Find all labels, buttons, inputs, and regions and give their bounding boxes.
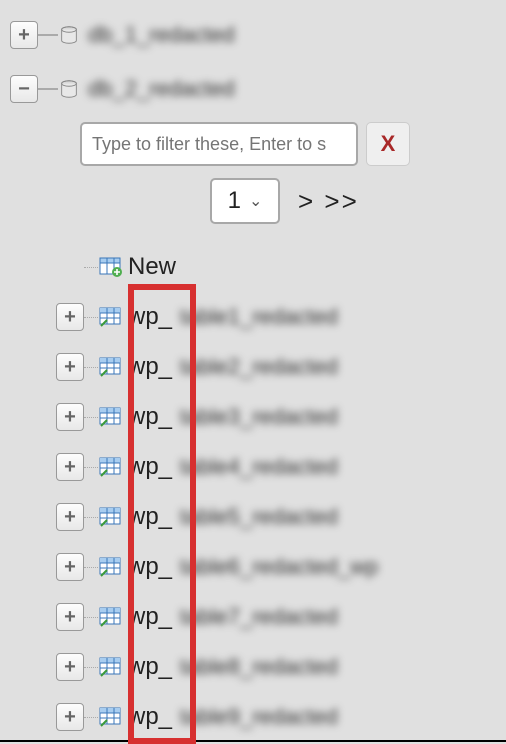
table-row[interactable]: wp_ table4_redacted xyxy=(80,442,506,492)
table-prefix: wp_ xyxy=(128,453,172,481)
database-icon xyxy=(58,78,80,100)
table-icon xyxy=(98,555,122,579)
table-name: table4_redacted xyxy=(180,454,338,480)
expand-icon[interactable] xyxy=(10,21,38,49)
table-icon xyxy=(98,305,122,329)
table-prefix: wp_ xyxy=(128,653,172,681)
page-next-button[interactable]: > >> xyxy=(298,186,359,217)
table-name: table1_redacted xyxy=(180,304,338,330)
table-name: table5_redacted xyxy=(180,504,338,530)
expand-icon[interactable] xyxy=(56,603,84,631)
table-icon xyxy=(98,405,122,429)
table-name: table8_redacted xyxy=(180,654,338,680)
table-icon xyxy=(98,505,122,529)
table-row[interactable]: wp_ table6_redacted_wp xyxy=(80,542,506,592)
table-icon xyxy=(98,605,122,629)
expand-icon[interactable] xyxy=(56,703,84,731)
expand-icon[interactable] xyxy=(56,303,84,331)
expand-icon[interactable] xyxy=(56,403,84,431)
database-name: db_2_redacted xyxy=(88,76,235,102)
collapse-icon[interactable] xyxy=(10,75,38,103)
page-number: 1 xyxy=(228,187,241,215)
table-row[interactable]: wp_ table5_redacted xyxy=(80,492,506,542)
table-row[interactable]: wp_ table3_redacted xyxy=(80,392,506,442)
new-table-row[interactable]: New xyxy=(80,242,506,292)
table-row[interactable]: wp_ table2_redacted xyxy=(80,342,506,392)
new-table-label: New xyxy=(128,253,176,281)
table-name: table7_redacted xyxy=(180,604,338,630)
table-icon xyxy=(98,355,122,379)
table-name: table6_redacted_wp xyxy=(180,554,378,580)
table-prefix: wp_ xyxy=(128,603,172,631)
table-list: New wp_ table1_redacted wp_ table2_redac… xyxy=(80,242,506,742)
chevron-down-icon: ⌄ xyxy=(249,191,262,211)
table-name: table9_redacted xyxy=(180,704,338,730)
clear-filter-button[interactable]: X xyxy=(366,122,410,166)
table-prefix: wp_ xyxy=(128,703,172,731)
table-icon xyxy=(98,655,122,679)
new-table-icon xyxy=(98,255,122,279)
table-icon xyxy=(98,705,122,729)
table-prefix: wp_ xyxy=(128,403,172,431)
table-prefix: wp_ xyxy=(128,303,172,331)
table-name: table2_redacted xyxy=(180,354,338,380)
table-row[interactable]: wp_ table1_redacted xyxy=(80,292,506,342)
table-row[interactable]: wp_ table9_redacted xyxy=(80,692,506,742)
table-row[interactable]: wp_ table7_redacted xyxy=(80,592,506,642)
database-row[interactable]: db_1_redacted xyxy=(0,10,506,60)
table-icon xyxy=(98,455,122,479)
table-prefix: wp_ xyxy=(128,503,172,531)
expand-icon[interactable] xyxy=(56,453,84,481)
database-row[interactable]: db_2_redacted xyxy=(0,64,506,114)
table-row[interactable]: wp_ table8_redacted xyxy=(80,642,506,692)
expand-icon[interactable] xyxy=(56,653,84,681)
expand-icon[interactable] xyxy=(56,503,84,531)
database-name: db_1_redacted xyxy=(88,22,235,48)
database-icon xyxy=(58,24,80,46)
table-name: table3_redacted xyxy=(180,404,338,430)
expand-icon[interactable] xyxy=(56,553,84,581)
table-prefix: wp_ xyxy=(128,553,172,581)
page-select[interactable]: 1 ⌄ xyxy=(210,178,280,224)
expand-icon[interactable] xyxy=(56,353,84,381)
filter-input[interactable] xyxy=(80,122,358,166)
table-prefix: wp_ xyxy=(128,353,172,381)
